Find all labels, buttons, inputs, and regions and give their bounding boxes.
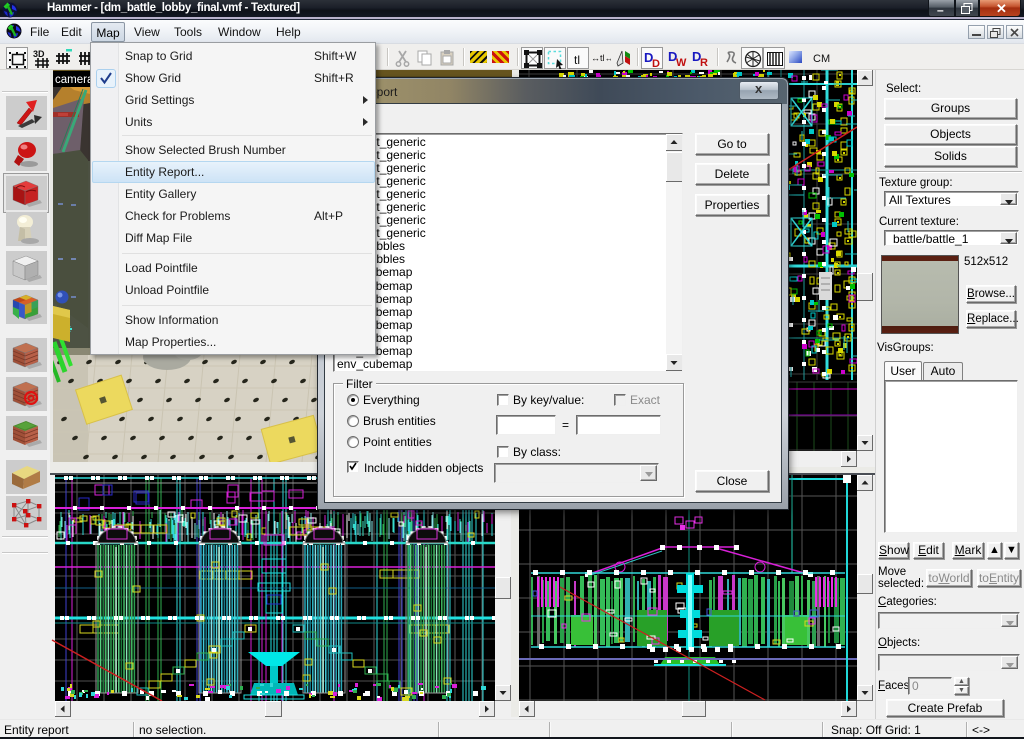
svg-text:↔tl↔: ↔tl↔ bbox=[591, 53, 611, 63]
svg-text:CM: CM bbox=[813, 53, 830, 65]
svg-text:3D: 3D bbox=[33, 49, 45, 59]
svg-text:D: D bbox=[652, 58, 660, 69]
svg-text:tl: tl bbox=[574, 53, 580, 67]
svg-text:camera: camera bbox=[55, 74, 94, 86]
svg-text:R: R bbox=[700, 57, 708, 68]
svg-text:W: W bbox=[676, 57, 687, 68]
